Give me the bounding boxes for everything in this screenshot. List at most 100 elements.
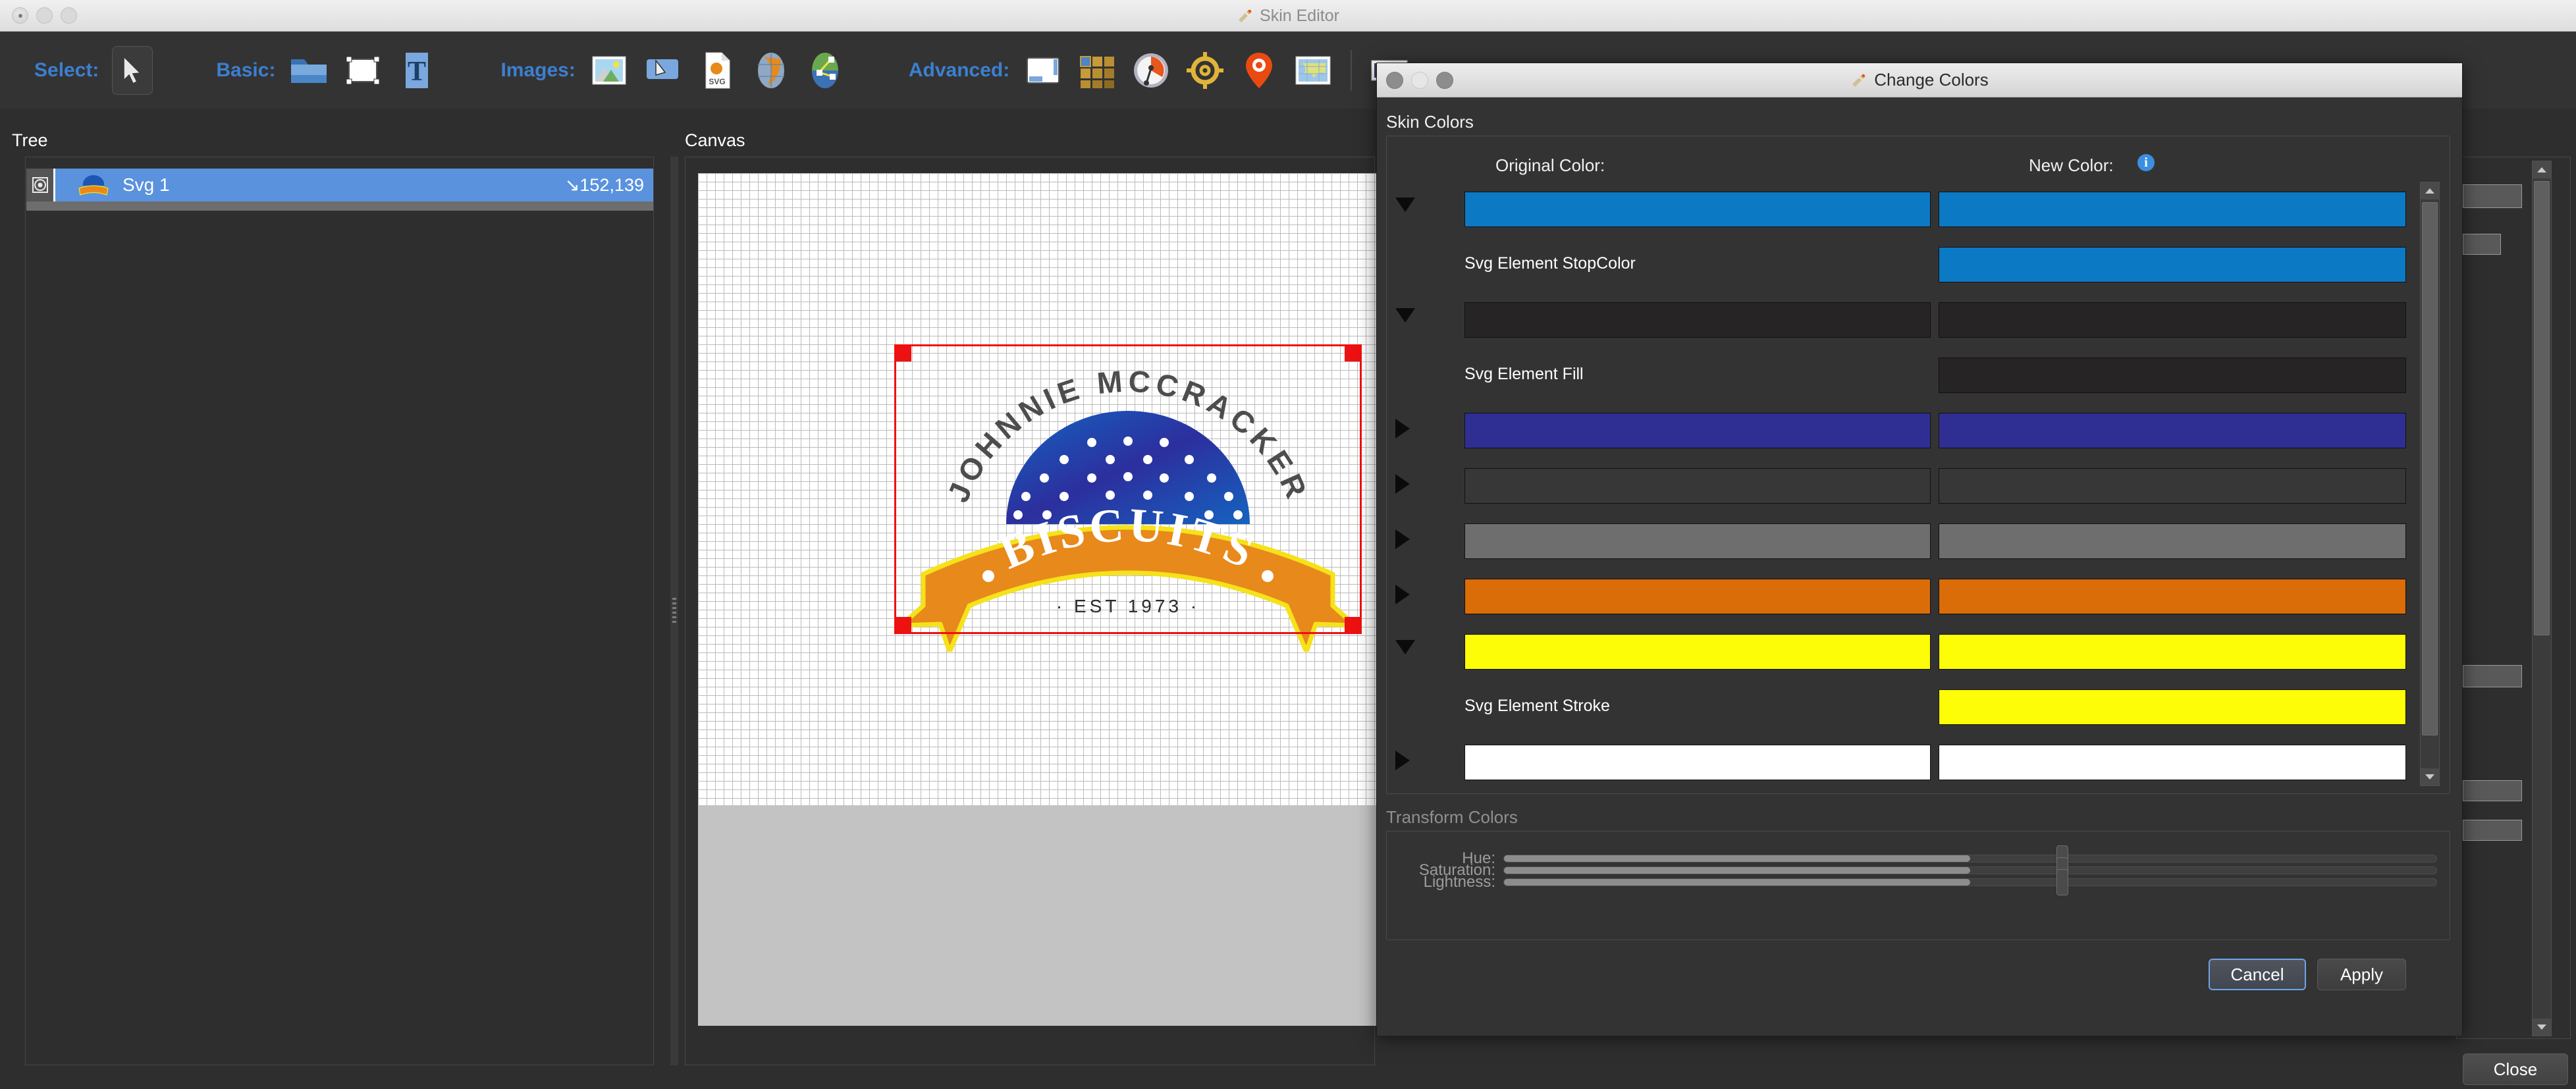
scroll-down-button[interactable] [2421, 768, 2439, 785]
new-color-swatch[interactable] [1939, 523, 2406, 559]
original-color-header: Original Color: [1495, 155, 1605, 175]
window-title-text: Skin Editor [1260, 6, 1339, 25]
toolbar-separator [1351, 49, 1353, 91]
hue-slider-track[interactable] [1503, 855, 2437, 863]
new-color-swatch[interactable] [1939, 745, 2406, 780]
new-color-swatch[interactable] [1939, 689, 2406, 725]
color-group-row[interactable] [1390, 292, 2414, 348]
image-button-icon[interactable] [643, 50, 684, 91]
new-color-swatch[interactable] [1939, 247, 2406, 282]
color-group-row[interactable] [1390, 514, 2414, 569]
color-group-row[interactable] [1390, 182, 2414, 237]
original-color-swatch[interactable] [1464, 192, 1931, 227]
arrow-cursor-icon[interactable] [112, 45, 153, 95]
scroll-down-button[interactable] [2533, 1019, 2551, 1036]
color-detail-row[interactable]: Svg Element Fill [1390, 348, 2414, 403]
chevron-down-icon[interactable] [1395, 640, 1415, 654]
toolbar-group-label-images: Images: [500, 59, 576, 81]
properties-panel-scrollbar[interactable] [2532, 161, 2552, 1036]
eye-icon[interactable] [26, 169, 55, 201]
chevron-down-icon[interactable] [1395, 308, 1415, 323]
svg-file-icon[interactable]: SVG [697, 50, 738, 91]
dialog-body: Skin Colors Original Color: New Color: i… [1377, 97, 2462, 1036]
new-color-swatch[interactable] [1939, 468, 2406, 504]
color-detail-row[interactable]: Svg Element Stroke [1390, 679, 2414, 735]
color-row-label: Svg Element Fill [1464, 365, 1584, 383]
chevron-down-icon[interactable] [1395, 198, 1415, 212]
chevron-right-icon[interactable] [1395, 751, 1410, 770]
world-map-icon[interactable] [1293, 50, 1333, 91]
toolbar-group-label-basic: Basic: [216, 59, 276, 81]
original-color-swatch[interactable] [1464, 468, 1931, 504]
property-field-3[interactable] [2463, 665, 2522, 687]
tree-panel-title: Tree [12, 130, 48, 150]
new-color-swatch[interactable] [1939, 302, 2406, 338]
gauge-icon[interactable] [1131, 50, 1171, 91]
grid-tiles-icon[interactable] [1077, 50, 1117, 91]
original-color-swatch[interactable] [1464, 523, 1931, 559]
color-group-row[interactable] [1390, 735, 2414, 784]
new-color-swatch[interactable] [1939, 579, 2406, 614]
chevron-right-icon[interactable] [1395, 419, 1410, 438]
color-group-row[interactable] [1390, 403, 2414, 458]
svg-text:T: T [408, 57, 426, 87]
scroll-thumb[interactable] [2534, 181, 2550, 635]
svg-text:SVG: SVG [709, 77, 725, 86]
chevron-right-icon[interactable] [1395, 529, 1410, 549]
skin-colors-scrollbar[interactable] [2420, 182, 2440, 786]
property-field-4[interactable] [2463, 780, 2522, 801]
selection-handle-top-left[interactable] [894, 344, 911, 361]
tree-horizontal-scrollbar[interactable] [26, 201, 653, 211]
saturation-slider-track[interactable] [1503, 866, 2437, 874]
apply-button[interactable]: Apply [2317, 959, 2406, 990]
selection-handle-bottom-left[interactable] [894, 617, 911, 634]
color-detail-row[interactable]: Svg Element StopColor [1390, 237, 2414, 292]
new-color-swatch[interactable] [1939, 192, 2406, 227]
scroll-up-button[interactable] [2533, 161, 2551, 178]
network-map-icon[interactable] [805, 50, 845, 91]
new-color-swatch[interactable] [1939, 634, 2406, 670]
close-button[interactable]: Close [2463, 1053, 2568, 1085]
scroll-up-button[interactable] [2421, 182, 2439, 199]
rectangle-icon[interactable] [342, 50, 383, 91]
crosshair-target-icon[interactable] [1185, 50, 1225, 91]
selection-marquee[interactable] [894, 344, 1362, 634]
new-color-swatch[interactable] [1939, 358, 2406, 393]
original-color-swatch[interactable] [1464, 634, 1931, 670]
chevron-right-icon[interactable] [1395, 474, 1410, 494]
toolbar-group-label-select: Select: [34, 59, 99, 81]
lightness-slider-track[interactable] [1503, 878, 2437, 886]
color-group-row[interactable] [1390, 624, 2414, 679]
globe-map-icon[interactable] [751, 50, 792, 91]
canvas-empty-area[interactable] [698, 805, 1376, 1026]
chevron-right-icon[interactable] [1395, 585, 1410, 604]
original-color-swatch[interactable] [1464, 579, 1931, 614]
map-pin-icon[interactable] [1239, 50, 1279, 91]
info-icon[interactable]: i [2137, 154, 2155, 171]
panel-splitter[interactable] [670, 157, 678, 1065]
scroll-thumb[interactable] [2422, 202, 2438, 735]
skin-colors-list[interactable]: Svg Element StopColor Svg Element Fill Svg… [1390, 182, 2414, 784]
layout-panel-icon[interactable] [1023, 50, 1063, 91]
cancel-button[interactable]: Cancel [2209, 959, 2306, 990]
property-field-1[interactable] [2463, 184, 2522, 208]
lightness-slider-thumb[interactable] [2056, 869, 2068, 895]
property-field-2[interactable] [2463, 234, 2501, 255]
lightness-label: Lightness: [1423, 873, 1495, 891]
new-color-swatch[interactable] [1939, 413, 2406, 448]
original-color-swatch[interactable] [1464, 745, 1931, 780]
color-group-row[interactable] [1390, 569, 2414, 624]
selection-handle-bottom-right[interactable] [1345, 617, 1362, 634]
color-group-row[interactable] [1390, 458, 2414, 514]
folder-icon[interactable] [288, 50, 329, 91]
selection-handle-top-right[interactable] [1345, 344, 1362, 361]
dialog-title: Change Colors [1377, 63, 2462, 97]
tree-item-coordinates: ↘152,139 [564, 174, 644, 195]
text-icon[interactable]: T [396, 50, 437, 91]
property-field-5[interactable] [2463, 820, 2522, 841]
original-color-swatch[interactable] [1464, 302, 1931, 338]
image-icon[interactable] [589, 50, 630, 91]
tree-item-svg-1[interactable]: Svg 1 ↘152,139 [26, 169, 653, 201]
new-color-header: New Color: [2029, 155, 2114, 175]
original-color-swatch[interactable] [1464, 413, 1931, 448]
